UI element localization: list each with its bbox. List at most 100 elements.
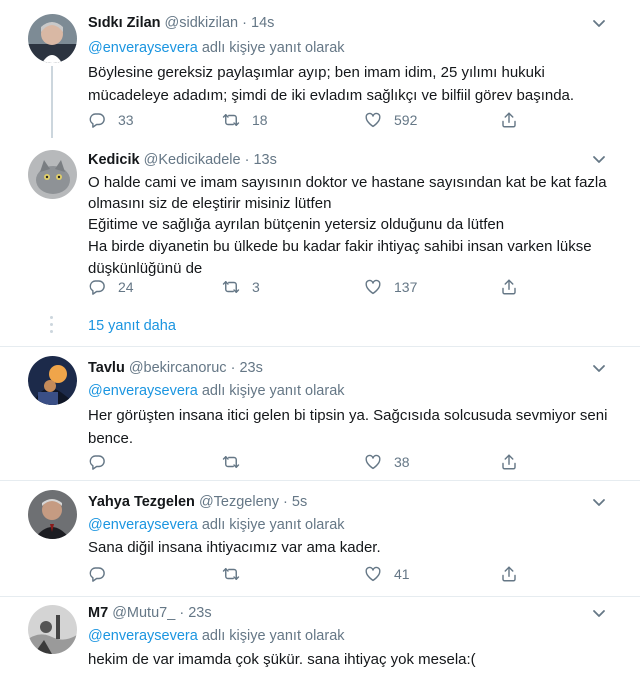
tweet-text: Sana diğil insana ihtiyacımız var ama ka… <box>88 536 603 559</box>
retweet-icon <box>222 278 240 296</box>
user-handle[interactable]: @Tezgeleny <box>199 494 279 510</box>
timestamp[interactable]: 14s <box>251 15 274 31</box>
heart-icon <box>364 453 382 471</box>
tweet-text: Her görüşten insana itici gelen bi tipsi… <box>88 404 608 450</box>
retweet-count: 18 <box>252 112 268 128</box>
display-name[interactable]: Kedicik <box>88 152 140 168</box>
timestamp[interactable]: 23s <box>239 360 262 376</box>
reply-icon <box>88 278 106 296</box>
user-handle[interactable]: @sidkizilan <box>165 15 239 31</box>
avatar[interactable] <box>28 490 77 539</box>
reply-button[interactable] <box>88 563 118 585</box>
tweet-text: O halde cami ve imam sayısının doktor ve… <box>88 171 607 280</box>
chevron-down-icon[interactable] <box>592 498 606 508</box>
like-button[interactable]: 38 <box>364 451 410 473</box>
chevron-down-icon[interactable] <box>592 609 606 619</box>
share-icon <box>500 565 518 583</box>
retweet-button[interactable] <box>222 451 252 473</box>
user-handle[interactable]: @bekircanoruc <box>129 360 227 376</box>
display-name[interactable]: Yahya Tezgelen <box>88 494 195 510</box>
reply-button[interactable] <box>88 451 118 473</box>
share-icon <box>500 453 518 471</box>
heart-icon <box>364 278 382 296</box>
separator-dot: · <box>244 152 250 168</box>
tweet-text-line: O halde cami ve imam sayısının doktor ve… <box>88 174 607 191</box>
reply-count: 33 <box>118 112 134 128</box>
tweet-text-line: hekim de var imamda çok şükür. sana ihti… <box>88 651 476 668</box>
share-button[interactable] <box>500 276 530 298</box>
reply-button[interactable]: 33 <box>88 109 134 131</box>
mention-link[interactable]: @enveraysevera <box>88 517 198 533</box>
timestamp[interactable]: 23s <box>188 605 211 621</box>
tweet-actions: 24 3 137 <box>88 276 528 298</box>
display-name[interactable]: M7 <box>88 605 108 621</box>
reply-button[interactable]: 24 <box>88 276 134 298</box>
mention-link[interactable]: @enveraysevera <box>88 383 198 399</box>
replying-to: @enveraysevera adlı kişiye yanıt olarak <box>88 40 345 56</box>
share-button[interactable] <box>500 451 530 473</box>
thread-dots <box>50 316 54 337</box>
tweet-text-line: bence. <box>88 430 134 447</box>
mention-link[interactable]: @enveraysevera <box>88 40 198 56</box>
tweet-text-line: Sana diğil insana ihtiyacımız var ama ka… <box>88 539 381 556</box>
replying-to: @enveraysevera adlı kişiye yanıt olarak <box>88 628 345 644</box>
heart-icon <box>364 111 382 129</box>
share-icon <box>500 278 518 296</box>
mention-link[interactable]: @enveraysevera <box>88 628 198 644</box>
replying-to: @enveraysevera adlı kişiye yanıt olarak <box>88 383 345 399</box>
separator-dot: · <box>242 15 247 31</box>
tweet-actions: 33 18 592 <box>88 109 528 131</box>
separator-dot: · <box>179 605 185 621</box>
tweet-actions: 41 <box>88 563 528 585</box>
replying-to: @enveraysevera adlı kişiye yanıt olarak <box>88 517 345 533</box>
thread-line <box>51 66 53 138</box>
like-count: 41 <box>394 566 410 582</box>
avatar[interactable] <box>28 14 77 63</box>
display-name[interactable]: Sıdkı Zilan <box>88 15 161 31</box>
retweet-icon <box>222 565 240 583</box>
avatar[interactable] <box>28 150 77 199</box>
avatar[interactable] <box>28 605 77 654</box>
like-button[interactable]: 137 <box>364 276 417 298</box>
like-button[interactable]: 41 <box>364 563 410 585</box>
like-button[interactable]: 592 <box>364 109 417 131</box>
chevron-down-icon[interactable] <box>592 19 606 29</box>
retweet-button[interactable]: 18 <box>222 109 268 131</box>
user-handle[interactable]: @Mutu7_ <box>112 605 175 621</box>
tweet-text-line: Eğitime ve sağlığa ayrılan bütçenin yete… <box>88 216 505 233</box>
tweet-text-line: Ha birde diyanetin bu ülkede bu kadar fa… <box>88 238 592 255</box>
tweet[interactable]: M7 @Mutu7_ · 23s @enveraysevera adlı kiş… <box>0 597 640 675</box>
tweet[interactable]: Tavlu @bekircanoruc · 23s @enveraysevera… <box>0 347 640 479</box>
like-count: 38 <box>394 454 410 470</box>
retweet-button[interactable]: 3 <box>222 276 260 298</box>
retweet-count: 3 <box>252 279 260 295</box>
share-icon <box>500 111 518 129</box>
tweet-text: Böylesine gereksiz paylaşımlar ayıp; ben… <box>88 61 603 107</box>
tweet-text-line: Böylesine gereksiz paylaşımlar ayıp; ben… <box>88 64 545 81</box>
separator-dot: · <box>230 360 236 376</box>
show-more-replies-link[interactable]: 15 yanıt daha <box>88 318 176 334</box>
tweet-text-line: Her görüşten insana itici gelen bi tipsi… <box>88 407 608 424</box>
share-button[interactable] <box>500 563 530 585</box>
like-count: 592 <box>394 112 418 128</box>
reply-count: 24 <box>118 279 134 295</box>
retweet-button[interactable] <box>222 563 252 585</box>
avatar[interactable] <box>28 356 77 405</box>
display-name[interactable]: Tavlu <box>88 360 125 376</box>
tweet[interactable]: Kedicik @Kedicikadele · 13s O halde cami… <box>0 140 640 310</box>
user-handle[interactable]: @Kedicikadele <box>144 152 241 168</box>
reply-icon <box>88 565 106 583</box>
tweet-actions: 38 <box>88 451 528 473</box>
tweet-text: hekim de var imamda çok şükür. sana ihti… <box>88 648 603 671</box>
timestamp[interactable]: 5s <box>292 494 307 510</box>
share-button[interactable] <box>500 109 530 131</box>
tweet-text-line: mücadeleye adadım; şimdi de iki evladım … <box>88 87 575 104</box>
tweet[interactable]: Sıdkı Zilan @sidkizilan · 14s @enverayse… <box>0 0 640 140</box>
reply-icon <box>88 111 106 129</box>
retweet-icon <box>222 453 240 471</box>
tweet[interactable]: Yahya Tezgelen @Tezgeleny · 5s @enverays… <box>0 481 640 595</box>
chevron-down-icon[interactable] <box>592 155 606 165</box>
timestamp[interactable]: 13s <box>253 152 276 168</box>
chevron-down-icon[interactable] <box>592 364 606 374</box>
tweet-text-line: olmasını siz de eleştirir misiniz lütfen <box>88 195 332 212</box>
